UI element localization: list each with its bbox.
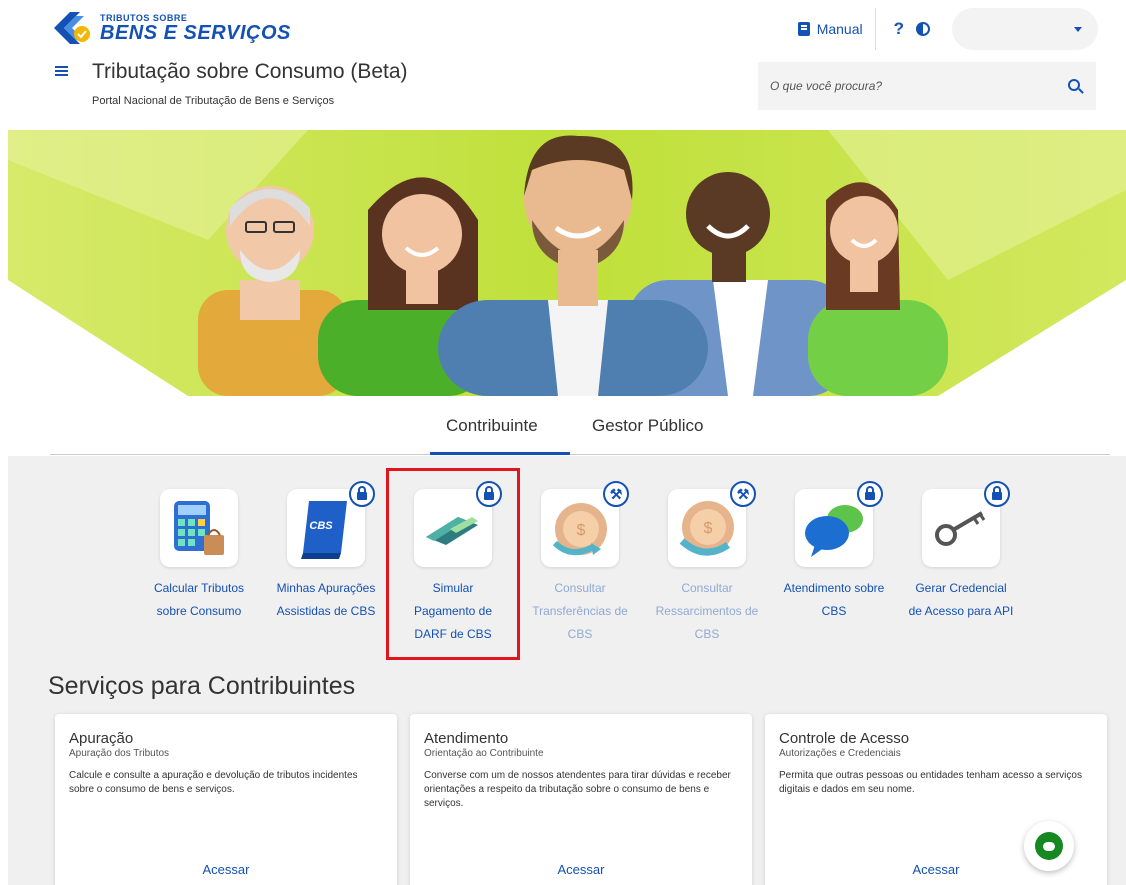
book-icon (797, 22, 810, 36)
active-tab-indicator (430, 452, 570, 455)
service-label-line: Consultar (681, 581, 733, 595)
service-label-line: Consultar (554, 581, 606, 595)
svg-text:CBS: CBS (309, 520, 333, 532)
search-box (758, 62, 1096, 110)
card-title: Controle de Acesso (779, 730, 910, 747)
lock-badge (984, 481, 1010, 507)
audience-tabs: Contribuinte Gestor Público (0, 410, 1126, 456)
wrench-badge: ⚒ (603, 481, 629, 507)
service-label-line: sobre Consumo (156, 604, 242, 618)
service-label-line: Gerar Credencial (915, 581, 1007, 595)
calculator-icon (160, 489, 238, 567)
manual-link[interactable]: Manual (797, 8, 876, 50)
card-subtitle: Autorizações e Credenciais (779, 748, 901, 759)
lock-icon (992, 486, 1002, 500)
card-description: Converse com um de nossos atendentes par… (424, 770, 731, 809)
cbs-book-icon: CBS (287, 481, 375, 567)
service-label-line: CBS (821, 604, 847, 618)
service-atendimento-cbs[interactable]: Atendimento sobre CBS (769, 481, 899, 623)
card-description: Permita que outras pessoas ou entidades … (779, 770, 1082, 795)
chat-bubbles-icon (795, 481, 883, 567)
site-logo[interactable]: TRIBUTOS SOBRE BENS E SERVIÇOS (50, 10, 291, 46)
coin-transfer-icon: $ ⚒ (541, 481, 629, 567)
coin-hand-icon: $ ⚒ (668, 481, 756, 567)
service-label-line: Minhas Apurações (276, 581, 376, 595)
svg-text:$: $ (704, 520, 713, 537)
service-label-line: Calcular Tributos (153, 581, 245, 595)
site-subtitle: Portal Nacional de Tributação de Bens e … (92, 95, 335, 107)
hero-banner (8, 130, 1126, 396)
card-subtitle: Orientação ao Contribuinte (424, 748, 544, 759)
chat-icon (1035, 832, 1063, 860)
manual-label: Manual (816, 21, 863, 37)
service-label-line: Atendimento sobre (783, 581, 885, 595)
lock-badge (349, 481, 375, 507)
chat-button[interactable] (1024, 821, 1074, 871)
service-consultar-ressarcimentos[interactable]: $ ⚒ Consultar Ressarcimentos de CBS (642, 481, 772, 646)
lock-icon (357, 486, 367, 500)
search-input[interactable] (770, 79, 1040, 93)
wrench-icon: ⚒ (609, 486, 623, 502)
chevron-down-icon (1074, 27, 1082, 32)
card-title: Atendimento (424, 730, 509, 747)
lock-icon (865, 486, 875, 500)
highlight-box (386, 468, 520, 660)
card-atendimento: Atendimento Orientação ao Contribuinte C… (410, 714, 752, 885)
service-minhas-apuracoes[interactable]: CBS Minhas Apurações Assistidas de CBS (261, 481, 391, 623)
service-label-line: CBS (694, 627, 720, 641)
service-label-line: Ressarcimentos de (655, 604, 759, 618)
service-label-line: Transferências de (532, 604, 628, 618)
tab-gestor-publico[interactable]: Gestor Público (592, 416, 704, 436)
user-dropdown[interactable] (952, 8, 1098, 50)
card-subtitle: Apuração dos Tributos (69, 748, 170, 759)
key-icon (922, 481, 1010, 567)
card-description: Calcule e consulte a apuração e devoluçã… (69, 770, 358, 795)
card-access-button[interactable]: Acessar (410, 862, 752, 877)
service-consultar-transferencias[interactable]: $ ⚒ Consultar Transferências de CBS (515, 481, 645, 646)
wrench-icon: ⚒ (736, 486, 750, 502)
lock-badge (857, 481, 883, 507)
contrast-icon[interactable] (916, 22, 930, 36)
service-label-line: CBS (567, 627, 593, 641)
card-apuracao: Apuração Apuração dos Tributos Calcule e… (55, 714, 397, 885)
wrench-badge: ⚒ (730, 481, 756, 507)
card-title: Apuração (69, 730, 134, 747)
top-actions: Manual ? (797, 8, 1098, 50)
section-title: Serviços para Contribuintes (48, 672, 356, 700)
logo-big-text: BENS E SERVIÇOS (100, 21, 291, 44)
logo-mark-icon (50, 10, 94, 46)
service-gerar-credencial[interactable]: Gerar Credencial de Acesso para API (896, 481, 1026, 623)
search-icon[interactable] (1068, 79, 1080, 91)
card-access-button[interactable]: Acessar (55, 862, 397, 877)
service-label-line: Assistidas de CBS (276, 604, 376, 618)
tab-contribuinte[interactable]: Contribuinte (446, 416, 538, 436)
help-button[interactable]: ? (894, 19, 904, 39)
svg-text:$: $ (577, 522, 586, 539)
menu-icon[interactable] (55, 66, 68, 76)
site-title: Tributação sobre Consumo (Beta) (92, 60, 408, 83)
tabs-divider (50, 454, 1110, 455)
service-label-line: de Acesso para API (908, 604, 1014, 618)
service-calcular-tributos[interactable]: Calcular Tributos sobre Consumo (134, 489, 264, 623)
